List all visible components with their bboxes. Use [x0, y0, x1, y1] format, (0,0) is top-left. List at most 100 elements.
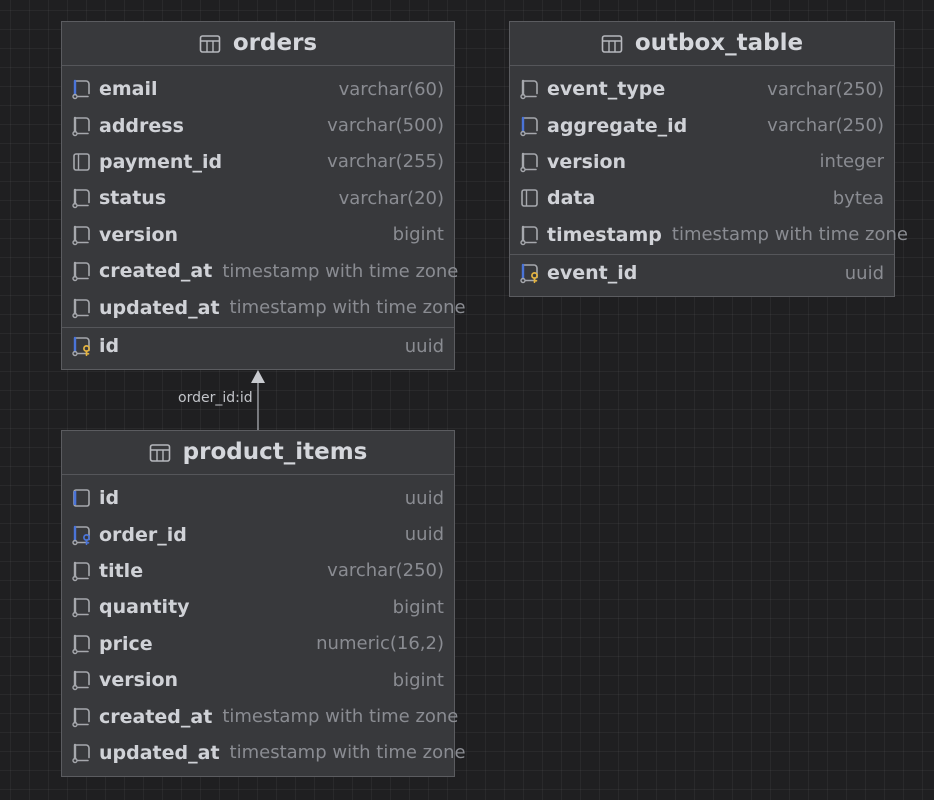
- column-type: timestamp with time zone: [229, 742, 466, 764]
- column-notnull-icon: [518, 114, 542, 138]
- column-row-price[interactable]: price numeric(16,2): [62, 626, 454, 662]
- column-icon: [70, 595, 94, 619]
- table-icon: [149, 443, 171, 463]
- column-type: uuid: [404, 524, 444, 546]
- table-name: orders: [232, 30, 318, 56]
- column-icon: [70, 668, 94, 692]
- column-name: payment_id: [99, 150, 223, 173]
- column-row-id[interactable]: id uuid: [62, 480, 454, 516]
- column-name: version: [99, 669, 179, 692]
- column-type: bigint: [392, 596, 444, 618]
- table-name: outbox_table: [634, 30, 804, 56]
- column-row-payment-id[interactable]: payment_id varchar(255): [62, 144, 454, 180]
- column-icon: [70, 114, 94, 138]
- column-row-created-at[interactable]: created_at timestamp with time zone: [62, 698, 458, 734]
- column-name: updated_at: [99, 741, 220, 764]
- column-type: varchar(20): [338, 187, 444, 209]
- column-type: uuid: [404, 487, 444, 509]
- primary-key-icon: [70, 334, 94, 358]
- column-name: status: [99, 187, 167, 210]
- column-type: uuid: [404, 335, 444, 357]
- column-icon: [70, 559, 94, 583]
- column-row-updated-at[interactable]: updated_at timestamp with time zone: [62, 735, 466, 771]
- column-icon: [70, 705, 94, 729]
- column-list: email varchar(60) address varchar(500) payme…: [62, 66, 466, 365]
- column-list: event_type varchar(250) aggregate_id varcha…: [510, 66, 908, 292]
- column-row-email[interactable]: email varchar(60): [62, 71, 454, 107]
- column-name: address: [99, 114, 184, 137]
- column-list: id uuid order_id uuid title varchar(250) quant…: [62, 475, 466, 771]
- column-icon: [70, 632, 94, 656]
- column-type: bytea: [832, 187, 884, 209]
- column-row-id[interactable]: id uuid: [62, 326, 454, 365]
- column-type: timestamp with time zone: [222, 706, 459, 728]
- table-orders[interactable]: orders email varchar(60) address varchar(50…: [61, 21, 466, 370]
- column-name: data: [547, 187, 596, 210]
- column-name: aggregate_id: [547, 114, 688, 137]
- column-type: varchar(500): [327, 115, 444, 137]
- relation-arrow-icon: [251, 370, 265, 383]
- column-row-order-id[interactable]: order_id uuid: [62, 516, 454, 552]
- column-row-event-type[interactable]: event_type varchar(250): [510, 71, 894, 107]
- column-name: version: [547, 150, 627, 173]
- column-name: version: [99, 223, 179, 246]
- table-name: product_items: [182, 439, 368, 465]
- column-row-version[interactable]: version integer: [510, 144, 894, 180]
- column-name: event_id: [547, 262, 638, 285]
- column-unique-icon: [70, 486, 94, 510]
- column-row-updated-at[interactable]: updated_at timestamp with time zone: [62, 289, 466, 325]
- table-outbox-table[interactable]: outbox_table event_type varchar(250) aggre…: [509, 21, 908, 297]
- table-icon: [601, 34, 623, 54]
- column-type: integer: [819, 151, 884, 173]
- column-row-title[interactable]: title varchar(250): [62, 553, 454, 589]
- column-row-data[interactable]: data bytea: [510, 180, 894, 216]
- column-notnull-icon: [70, 77, 94, 101]
- column-name: created_at: [99, 705, 213, 728]
- column-type: timestamp with time zone: [671, 224, 908, 246]
- table-header[interactable]: product_items: [62, 431, 454, 475]
- column-row-event-id[interactable]: event_id uuid: [510, 253, 894, 292]
- column-icon: [518, 77, 542, 101]
- column-name: timestamp: [547, 223, 662, 246]
- column-name: price: [99, 632, 153, 655]
- column-row-version[interactable]: version bigint: [62, 217, 454, 253]
- column-row-aggregate-id[interactable]: aggregate_id varchar(250): [510, 107, 894, 143]
- column-type: varchar(250): [327, 560, 444, 582]
- column-type: varchar(255): [327, 151, 444, 173]
- column-icon: [518, 223, 542, 247]
- column-type: numeric(16,2): [316, 633, 444, 655]
- column-name: event_type: [547, 78, 666, 101]
- column-name: email: [99, 78, 158, 101]
- column-icon: [70, 186, 94, 210]
- column-type: varchar(250): [767, 115, 884, 137]
- column-type: uuid: [844, 262, 884, 284]
- column-name: quantity: [99, 596, 190, 619]
- table-header[interactable]: outbox_table: [510, 22, 894, 66]
- column-icon: [70, 259, 94, 283]
- column-row-quantity[interactable]: quantity bigint: [62, 589, 454, 625]
- column-type: bigint: [392, 669, 444, 691]
- table-icon: [199, 34, 221, 54]
- column-row-status[interactable]: status varchar(20): [62, 180, 454, 216]
- column-name: id: [99, 487, 120, 510]
- table-product-items[interactable]: product_items id uuid order_id uuid title var…: [61, 430, 466, 777]
- column-icon: [70, 223, 94, 247]
- column-name: updated_at: [99, 296, 220, 319]
- column-name: order_id: [99, 523, 187, 546]
- column-type: timestamp with time zone: [222, 260, 459, 282]
- column-type: varchar(60): [338, 78, 444, 100]
- column-name: id: [99, 335, 120, 358]
- table-header[interactable]: orders: [62, 22, 454, 66]
- column-type: timestamp with time zone: [229, 297, 466, 319]
- column-row-address[interactable]: address varchar(500): [62, 107, 454, 143]
- primary-key-icon: [518, 261, 542, 285]
- column-name: created_at: [99, 260, 213, 283]
- relation-label: order_id:id: [178, 390, 253, 406]
- column-nullable-icon: [518, 186, 542, 210]
- column-icon: [70, 741, 94, 765]
- column-type: bigint: [392, 224, 444, 246]
- column-row-version[interactable]: version bigint: [62, 662, 454, 698]
- column-row-timestamp[interactable]: timestamp timestamp with time zone: [510, 217, 908, 253]
- column-name: title: [99, 559, 144, 582]
- column-row-created-at[interactable]: created_at timestamp with time zone: [62, 253, 458, 289]
